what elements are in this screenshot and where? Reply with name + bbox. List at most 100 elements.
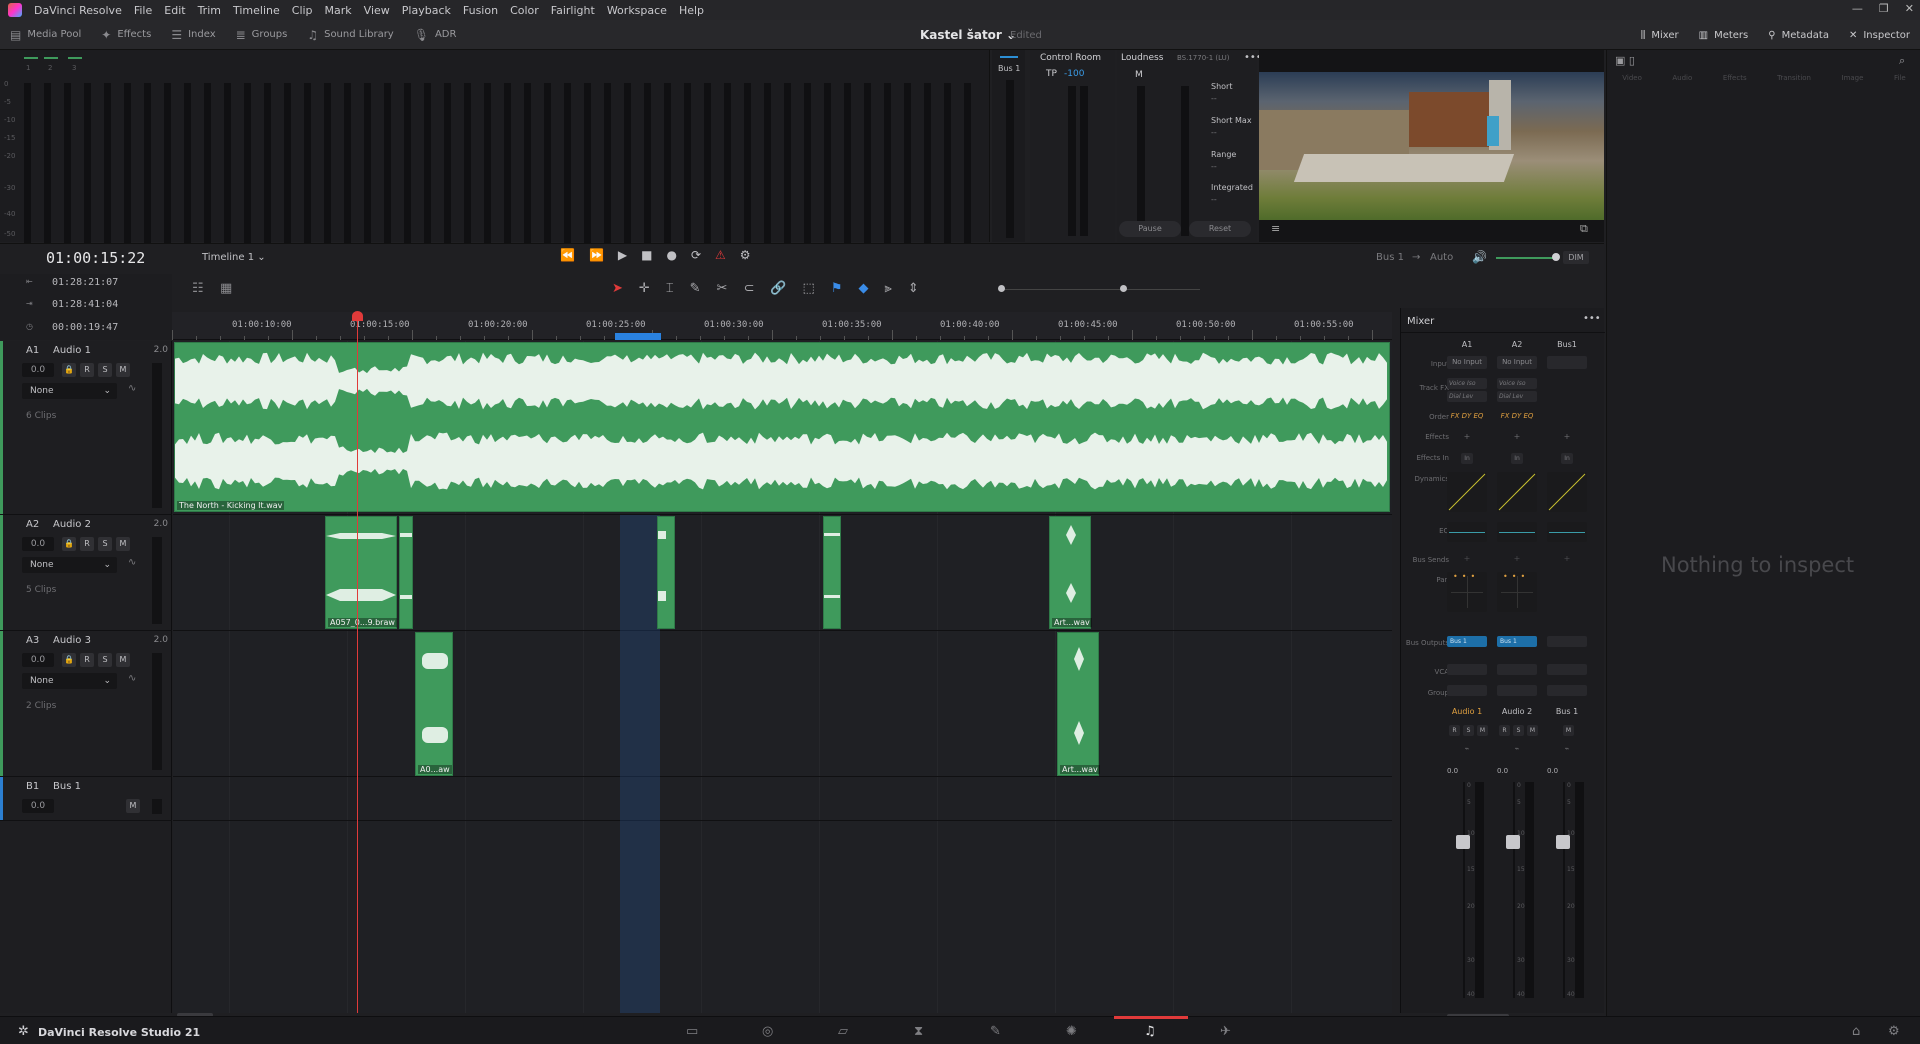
menu-trim[interactable]: Trim	[192, 4, 227, 17]
index-button[interactable]: ☰ Index	[161, 28, 225, 42]
mixer-m-button[interactable]: M	[1477, 725, 1488, 736]
mixer-fader-knob[interactable]	[1556, 835, 1570, 849]
inspector-tab-file[interactable]: File	[1894, 74, 1906, 96]
mixer-fx-slot-1[interactable]: Voice Iso	[1497, 378, 1537, 389]
mixer-s-button[interactable]: S	[1513, 725, 1524, 736]
color-page-icon[interactable]: ✎	[990, 1024, 1001, 1039]
track-header-a3[interactable]: A3 Audio 3 2.0 0.0 🔒 R S M None ⌄ ∿ 2 Clips	[0, 631, 172, 777]
mixer-bus-send-add-icon[interactable]: +	[1497, 554, 1537, 563]
track-name[interactable]: Audio 1	[53, 345, 91, 356]
loudness-pause-button[interactable]: Pause	[1119, 221, 1181, 237]
automation-icon[interactable]: ⚙	[740, 248, 751, 262]
pencil-tool-icon[interactable]: ✎	[690, 281, 701, 296]
effects-button[interactable]: ✦ Effects	[91, 28, 161, 42]
auto-record-icon[interactable]: ⚠	[715, 248, 726, 262]
mixer-group[interactable]	[1547, 685, 1587, 696]
track-header-a2[interactable]: A2 Audio 2 2.0 0.0 🔒 R S M None ⌄ ∿ 5 Clips	[0, 515, 172, 631]
track-options-icon[interactable]: ☷	[192, 281, 204, 296]
inspector-tab[interactable]: ✕ Inspector	[1849, 30, 1910, 41]
mixer-bus-output[interactable]	[1547, 636, 1587, 647]
solo-button[interactable]: S	[98, 653, 112, 667]
fusion-page-icon[interactable]: ⧗	[914, 1024, 923, 1039]
vertical-zoom-icon[interactable]: ⇕	[908, 281, 919, 296]
groups-button[interactable]: ≣ Groups	[226, 28, 298, 42]
mixer-vca[interactable]	[1547, 664, 1587, 675]
mixer-bus-send-add-icon[interactable]: +	[1547, 554, 1587, 563]
clip-a2-1[interactable]: A057_0...9.braw	[325, 516, 397, 629]
automation-curve-icon[interactable]: ∿	[128, 673, 136, 684]
track-fx-dropdown[interactable]: None ⌄	[22, 673, 117, 689]
lock-icon[interactable]: 🔒	[62, 537, 76, 551]
fast-forward-icon[interactable]: ⏩	[589, 248, 604, 262]
mixer-volume-value[interactable]: 0.0	[1447, 767, 1458, 775]
mixer-m-button[interactable]: M	[1563, 725, 1574, 736]
track-header-b1[interactable]: B1 Bus 1 0.0 M	[0, 777, 172, 821]
track-volume[interactable]: 0.0	[22, 653, 54, 667]
mixer-m-button[interactable]: M	[1527, 725, 1538, 736]
mixer-s-button[interactable]: S	[1463, 725, 1474, 736]
meters-tab[interactable]: ▥ Meters	[1699, 30, 1749, 41]
edit-page-icon[interactable]: ▱	[838, 1024, 848, 1039]
track-name[interactable]: Audio 3	[53, 635, 91, 646]
cut-page-icon[interactable]: ◎	[762, 1024, 773, 1039]
inspector-tab-audio[interactable]: Audio	[1672, 74, 1692, 96]
snap-icon[interactable]: ⊂	[743, 281, 754, 296]
timecode-display[interactable]: 01:00:15:22	[46, 249, 145, 267]
clip-a3-2[interactable]: Art...wav	[1057, 632, 1100, 776]
mixer-vca[interactable]	[1447, 664, 1487, 675]
mixer-group[interactable]	[1497, 685, 1537, 696]
track-volume[interactable]: 0.0	[22, 537, 54, 551]
track-name[interactable]: Audio 2	[53, 519, 91, 530]
menu-help[interactable]: Help	[673, 4, 710, 17]
monitor-volume-slider[interactable]	[1496, 257, 1556, 259]
adr-button[interactable]: 🎙 ADR	[404, 28, 467, 42]
maximize-icon[interactable]: ❐	[1879, 2, 1889, 15]
mixer-add-effect-icon[interactable]: +	[1447, 432, 1487, 441]
mixer-r-button[interactable]: R	[1499, 725, 1510, 736]
viewer-frame[interactable]	[1259, 72, 1604, 220]
automation-curve-icon[interactable]: ∿	[128, 383, 136, 394]
mixer-eq-graph[interactable]	[1547, 522, 1587, 542]
mixer-effects-in-button[interactable]: In	[1561, 453, 1573, 464]
record-arm-button[interactable]: R	[80, 653, 94, 667]
viewer-settings-icon[interactable]: ≡	[1271, 222, 1280, 235]
menu-timeline[interactable]: Timeline	[227, 4, 286, 17]
viewer-pip-icon[interactable]: ⧉	[1580, 222, 1588, 236]
mixer-automation-icon[interactable]: ⌁	[1547, 744, 1587, 753]
record-icon[interactable]: ●	[666, 248, 676, 262]
playhead[interactable]	[357, 313, 358, 1013]
mixer-name-a2[interactable]: Audio 2	[1497, 707, 1537, 716]
clip-a2-5[interactable]: Art...wav	[1049, 516, 1092, 629]
transport-auto-label[interactable]: Auto	[1430, 252, 1453, 263]
mixer-add-effect-icon[interactable]: +	[1547, 432, 1587, 441]
track-fx-dropdown[interactable]: None ⌄	[22, 383, 117, 399]
mixer-eq-graph[interactable]	[1447, 522, 1487, 542]
mixer-pan-control[interactable]: •••	[1497, 572, 1537, 612]
loudness-standard[interactable]: BS.1770-1 (LU)	[1177, 54, 1230, 62]
clip-a2-4[interactable]	[823, 516, 841, 629]
menu-workspace[interactable]: Workspace	[601, 4, 673, 17]
mixer-add-effect-icon[interactable]: +	[1497, 432, 1537, 441]
automation-curve-icon[interactable]: ∿	[128, 557, 136, 568]
sound-library-button[interactable]: ♫ Sound Library	[297, 28, 403, 42]
mixer-r-button[interactable]: R	[1449, 725, 1460, 736]
settings-gear-icon[interactable]: ⚙	[1888, 1024, 1900, 1039]
mixer-dynamics-graph[interactable]	[1447, 472, 1487, 512]
mixer-fx-slot-1[interactable]: Voice Iso	[1447, 378, 1487, 389]
edit-tool-icon[interactable]: ⌶	[666, 281, 674, 296]
mute-button[interactable]: M	[116, 653, 130, 667]
zoom-slider[interactable]	[1000, 289, 1200, 290]
clip-a3-1[interactable]: A0...aw	[415, 632, 453, 776]
track-header-a1[interactable]: A1 Audio 1 2.0 0.0 🔒 R S M None ⌄ ∿ 6 Clips	[0, 341, 172, 515]
mute-button[interactable]: M	[126, 799, 140, 813]
mixer-tab[interactable]: ⫼ Mixer	[1641, 30, 1679, 41]
fairlight-music-page-icon[interactable]: ♫	[1144, 1024, 1156, 1039]
mute-button[interactable]: M	[116, 537, 130, 551]
timeline-selector[interactable]: Timeline 1 ⌄	[202, 252, 266, 263]
menu-fusion[interactable]: Fusion	[457, 4, 504, 17]
dim-button[interactable]: DIM	[1563, 251, 1589, 264]
loudness-reset-button[interactable]: Reset	[1189, 221, 1251, 237]
menu-view[interactable]: View	[358, 4, 396, 17]
mixer-effects-in-button[interactable]: In	[1461, 453, 1473, 464]
mixer-name-bus1[interactable]: Bus 1	[1547, 707, 1587, 716]
